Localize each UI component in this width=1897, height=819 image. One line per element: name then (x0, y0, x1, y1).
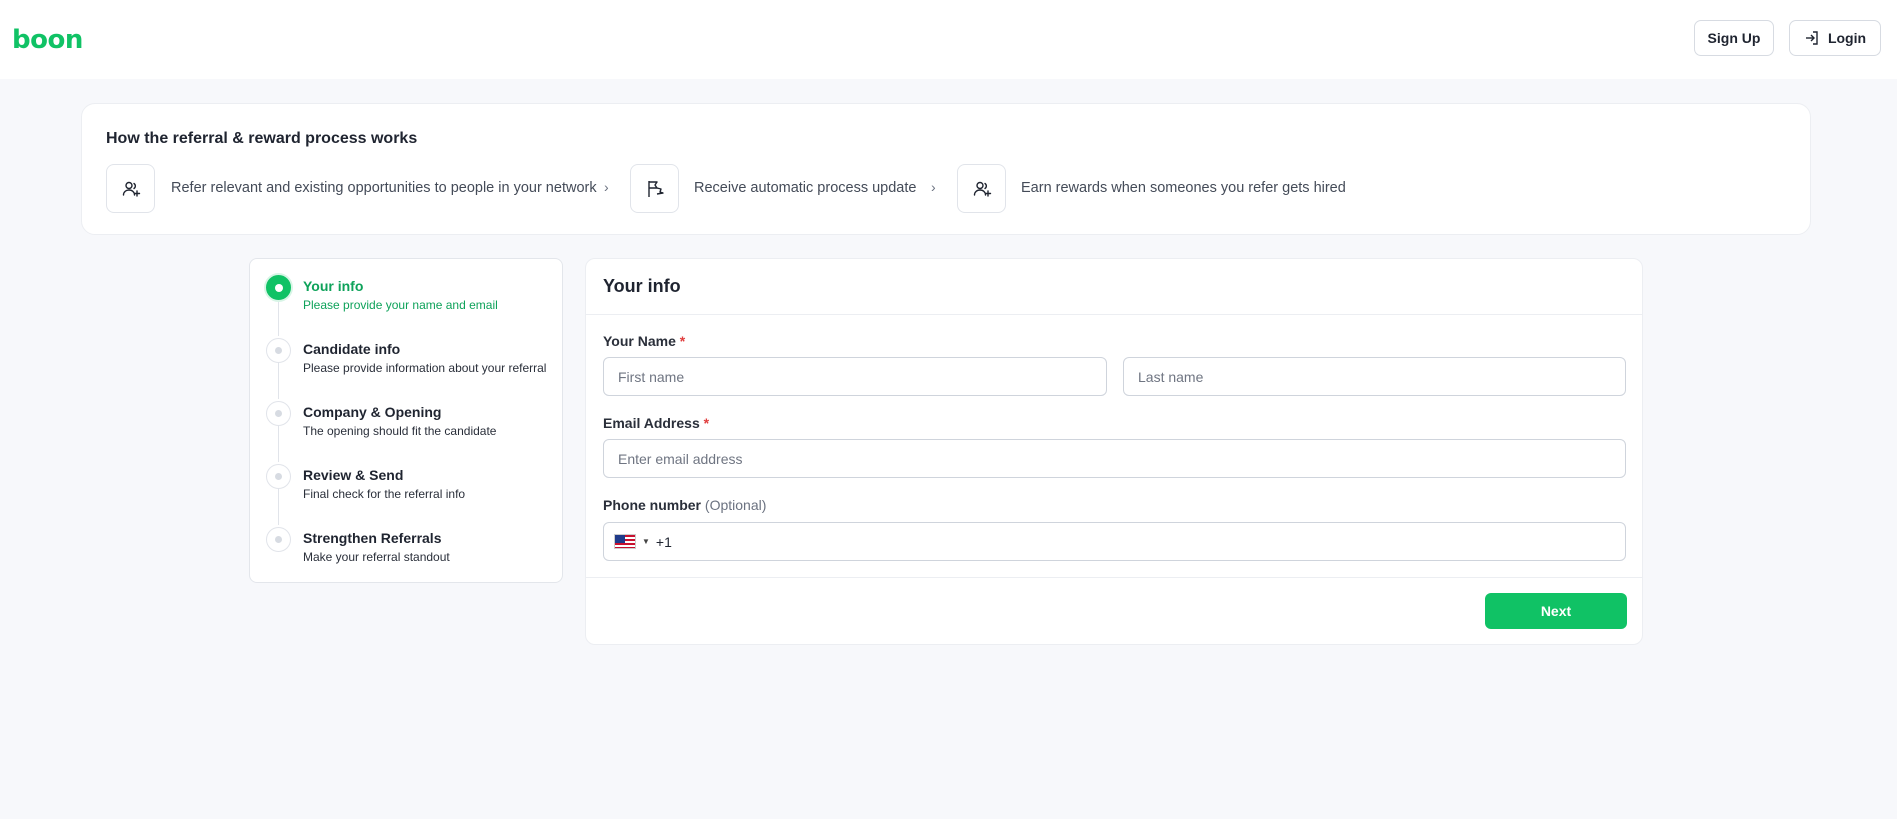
step-indicator (266, 401, 291, 426)
required-mark: * (679, 333, 686, 349)
your-info-form: Your info Your Name * Email Address * Ph… (585, 258, 1643, 645)
how-step-3-text: Earn rewards when someones you refer get… (1021, 180, 1346, 196)
step-connector (278, 362, 279, 399)
how-step-1-text: Refer relevant and existing opportunitie… (171, 180, 597, 196)
step-subtitle-review-send: Final check for the referral info (303, 487, 466, 501)
next-button[interactable]: Next (1485, 593, 1627, 629)
step-title-candidate-info[interactable]: Candidate info (303, 341, 400, 357)
step-title-company-opening[interactable]: Company & Opening (303, 404, 441, 420)
step-connector (278, 488, 279, 525)
phone-label: Phone number (Optional) (603, 497, 766, 513)
step-indicator (266, 527, 291, 552)
phone-label-text: Phone number (603, 497, 702, 513)
step-subtitle-company-opening: The opening should fit the candidate (303, 424, 497, 438)
steps-sidebar: Your info Please provide your name and e… (249, 258, 563, 583)
chevron-right-icon: › (931, 179, 936, 195)
optional-tag: (Optional) (704, 497, 767, 513)
phone-field: ▼ (603, 522, 1626, 561)
boon-logo[interactable]: boon (12, 27, 83, 53)
us-flag-icon[interactable] (614, 534, 636, 549)
step-subtitle-your-info: Please provide your name and email (303, 298, 498, 312)
top-bar: boon Sign Up Login (0, 0, 1897, 79)
email-input[interactable] (603, 439, 1626, 478)
step-connector (278, 299, 279, 336)
name-label-text: Your Name (603, 333, 676, 349)
step-title-review-send[interactable]: Review & Send (303, 467, 403, 483)
sign-up-label: Sign Up (1707, 30, 1761, 46)
step-indicator-active (266, 275, 291, 300)
step-indicator (266, 338, 291, 363)
email-label: Email Address * (603, 415, 709, 431)
login-icon (1805, 31, 1818, 45)
step-indicator (266, 464, 291, 489)
first-name-input[interactable] (603, 357, 1107, 396)
last-name-input[interactable] (1123, 357, 1626, 396)
flag-icon (630, 164, 679, 213)
login-label: Login (1827, 30, 1867, 46)
sign-up-button[interactable]: Sign Up (1694, 20, 1774, 56)
phone-input[interactable] (655, 533, 1556, 550)
user-plus-icon (957, 164, 1006, 213)
caret-down-icon[interactable]: ▼ (642, 537, 650, 546)
form-title: Your info (603, 276, 681, 296)
form-footer-divider (586, 577, 1642, 578)
how-it-works-card: How the referral & reward process works … (81, 103, 1811, 235)
chevron-right-icon: › (604, 179, 609, 195)
name-label: Your Name * (603, 333, 685, 349)
step-title-strengthen-referrals[interactable]: Strengthen Referrals (303, 530, 441, 546)
required-mark: * (703, 415, 710, 431)
form-header: Your info (586, 259, 1642, 315)
step-connector (278, 425, 279, 462)
step-title-your-info[interactable]: Your info (303, 278, 363, 294)
how-it-works-title: How the referral & reward process works (106, 130, 418, 147)
how-step-2-text: Receive automatic process update (694, 180, 917, 196)
user-plus-icon (106, 164, 155, 213)
email-label-text: Email Address (603, 415, 700, 431)
step-subtitle-strengthen-referrals: Make your referral standout (303, 550, 450, 564)
step-subtitle-candidate-info: Please provide information about your re… (303, 361, 547, 375)
login-button[interactable]: Login (1789, 20, 1881, 56)
